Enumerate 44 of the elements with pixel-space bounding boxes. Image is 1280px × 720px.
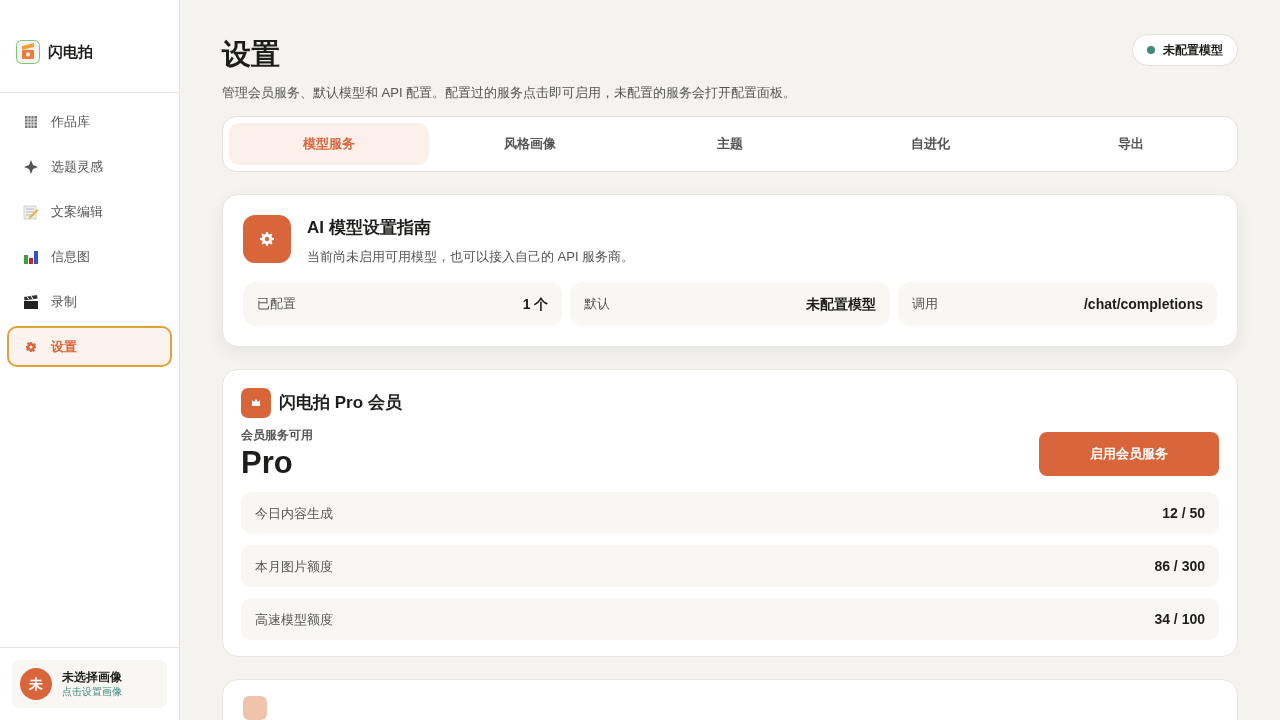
status-label: 未配置模型 xyxy=(1163,42,1223,59)
tab[interactable]: 导出 xyxy=(1030,123,1232,166)
stat-value: 1 个 xyxy=(522,294,549,314)
tab[interactable]: 主题 xyxy=(629,123,831,166)
sidebar-item[interactable]: 录制 xyxy=(7,281,172,322)
profile-name: 未选择画像 xyxy=(62,669,122,686)
quota-value: 34 / 100 xyxy=(1154,609,1205,629)
sidebar-item[interactable]: 文案编辑 xyxy=(7,191,172,232)
quota-label: 本月图片额度 xyxy=(255,557,333,576)
stat-value: 未配置模型 xyxy=(805,294,876,314)
grid-icon xyxy=(23,113,39,130)
guide-title: AI 模型设置指南 xyxy=(307,217,432,240)
gear-icon xyxy=(260,232,274,247)
plan-name: Pro xyxy=(241,444,294,482)
stat-label: 调用 xyxy=(911,295,938,314)
page-title: 设置 xyxy=(222,37,281,72)
enable-membership-button[interactable]: 启用会员服务 xyxy=(1039,431,1219,476)
tile-icon xyxy=(243,696,267,720)
sparkle-icon xyxy=(23,158,39,175)
guide-description: 当前尚未启用可用模型，也可以接入自己的 API 服务商。 xyxy=(307,247,635,266)
membership-title: 闪电拍 Pro 会员 xyxy=(279,392,402,415)
clapperboard-icon xyxy=(23,293,39,310)
quota-label: 今日内容生成 xyxy=(255,504,333,523)
tab[interactable]: 自进化 xyxy=(830,123,1031,166)
quota-label: 高速模型额度 xyxy=(255,610,333,629)
sidebar-item[interactable]: 作品库 xyxy=(7,101,172,142)
quota-value: 86 / 300 xyxy=(1154,556,1205,576)
stat-label: 已配置 xyxy=(257,295,296,314)
clapper-logo-icon xyxy=(16,40,40,64)
bar-chart-icon xyxy=(23,248,39,265)
sidebar-item[interactable]: 信息图 xyxy=(7,236,172,277)
profile-card[interactable]: 未 未选择画像 点击设置画像 xyxy=(12,660,167,708)
stat-value: /chat/completions xyxy=(1083,294,1203,314)
app-name: 闪电拍 xyxy=(48,41,93,62)
stat-label: 默认 xyxy=(584,295,611,314)
crown-icon xyxy=(251,398,261,409)
page-subtitle: 管理会员服务、默认模型和 API 配置。配置过的服务点击即可启用，未配置的服务会打开配置面板。 xyxy=(222,83,797,102)
quota-value: 12 / 50 xyxy=(1162,503,1205,523)
sidebar-item[interactable]: 选题灵感 xyxy=(7,146,172,187)
memo-icon xyxy=(23,203,39,220)
tab[interactable]: 风格画像 xyxy=(429,123,630,166)
membership-status: 会员服务可用 xyxy=(241,427,313,445)
avatar: 未 xyxy=(20,668,52,700)
profile-hint: 点击设置画像 xyxy=(62,685,122,699)
